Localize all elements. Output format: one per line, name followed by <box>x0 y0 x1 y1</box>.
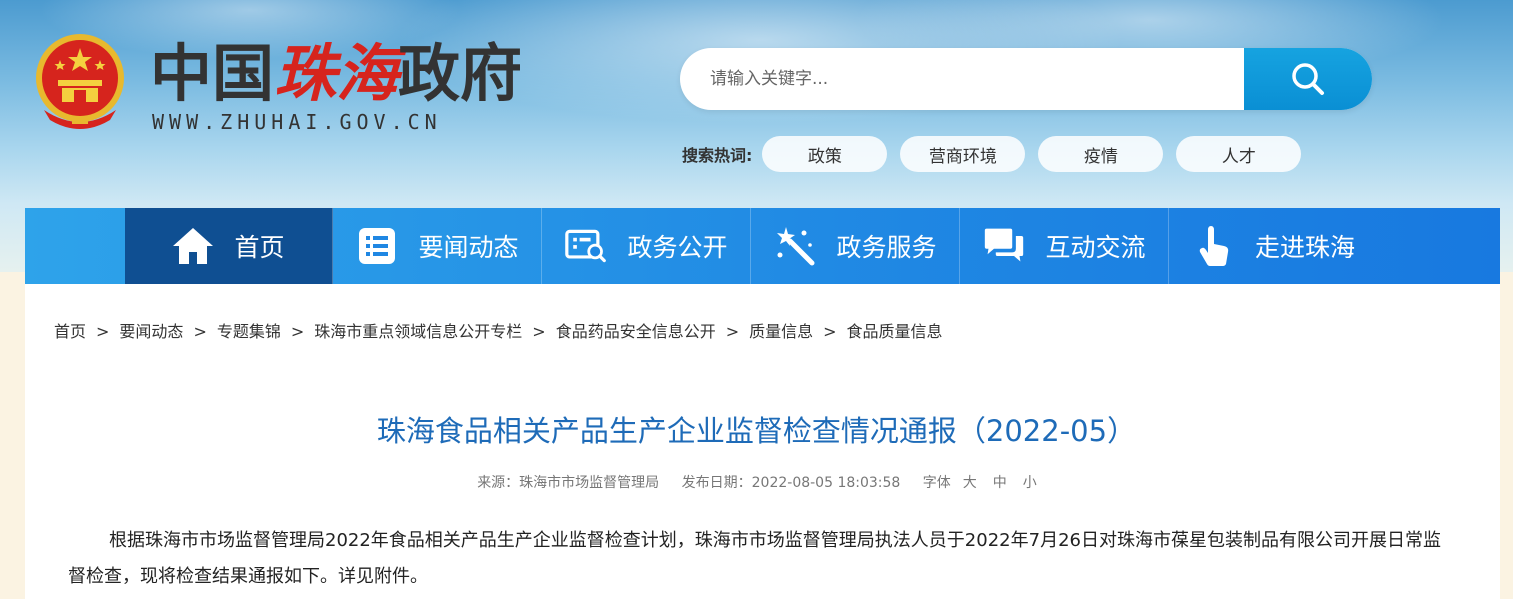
site-name-part-2: 珠海 <box>274 37 399 110</box>
nav-item-label: 首页 <box>234 233 285 262</box>
search-box <box>680 48 1372 110</box>
breadcrumb-separator: > <box>725 322 740 341</box>
chat-bubbles-icon <box>983 225 1025 267</box>
hot-tag-business-environment[interactable]: 营商环境 <box>900 136 1026 172</box>
nav-item-home[interactable]: 首页 <box>125 208 333 284</box>
breadcrumb-food-drug-safety[interactable]: 食品药品安全信息公开 <box>556 322 716 341</box>
breadcrumb: 首页 > 要闻动态 > 专题集锦 > 珠海市重点领域信息公开专栏 > 食品药品安全信息公开 > 质量… <box>54 318 943 342</box>
nav-item-about-zhuhai[interactable]: 走进珠海 <box>1170 208 1378 284</box>
breadcrumb-food-quality-info[interactable]: 食品质量信息 <box>847 322 943 341</box>
article-source: 来源：珠海市市场监督管理局 <box>477 475 660 491</box>
hand-pointer-icon <box>1193 225 1235 267</box>
nav-item-label: 互动交流 <box>1045 233 1146 262</box>
breadcrumb-home[interactable]: 首页 <box>54 322 86 341</box>
breadcrumb-separator: > <box>823 322 837 341</box>
font-size-small-button[interactable]: 小 <box>1023 475 1037 491</box>
breadcrumb-separator: > <box>290 322 305 341</box>
nav-item-news[interactable]: 要闻动态 <box>334 208 542 284</box>
nav-item-label: 走进珠海 <box>1254 233 1355 262</box>
search-icon <box>1292 63 1324 95</box>
font-size-label: 字体 <box>922 475 951 491</box>
font-size-large-button[interactable]: 大 <box>963 475 977 491</box>
news-list-icon <box>356 225 398 267</box>
national-emblem-icon[interactable] <box>30 30 130 134</box>
nav-item-label: 要闻动态 <box>418 233 519 262</box>
nav-item-label: 政务公开 <box>627 233 728 262</box>
breadcrumb-separator: > <box>532 322 546 341</box>
home-icon <box>172 225 214 267</box>
breadcrumb-key-areas[interactable]: 珠海市重点领域信息公开专栏 <box>314 322 522 341</box>
article-body: 根据珠海市市场监督管理局2022年食品相关产品生产企业监督检查计划，珠海市市场监… <box>68 530 1441 587</box>
hot-tag-epidemic[interactable]: 疫情 <box>1038 136 1164 172</box>
hot-tag-talent[interactable]: 人才 <box>1176 136 1302 172</box>
nav-item-gov-affairs-open[interactable]: 政务公开 <box>543 208 751 284</box>
nav-item-label: 政务服务 <box>836 233 937 262</box>
nav-item-gov-services[interactable]: 政务服务 <box>752 208 960 284</box>
article-title: 珠海食品相关产品生产企业监督检查情况通报（2022-05） <box>376 414 1137 448</box>
breadcrumb-separator: > <box>193 322 207 341</box>
breadcrumb-news[interactable]: 要闻动态 <box>119 322 183 341</box>
site-name[interactable]: 中国珠海政府 <box>150 34 522 114</box>
hot-search: 搜索热词: 政策 营商环境 疫情 人才 <box>682 136 1314 172</box>
main-nav: 首页 要闻动态 政务公开 政务服务 互动交流 走进珠海 <box>25 208 1500 284</box>
article-publish-date: 发布日期：2022-08-05 18:03:58 <box>681 475 901 491</box>
magic-wand-icon <box>774 225 816 267</box>
site-name-part-3: 政府 <box>398 37 523 110</box>
breadcrumb-quality-info[interactable]: 质量信息 <box>749 322 813 341</box>
article-meta: 来源：珠海市市场监督管理局 发布日期：2022-08-05 18:03:58 字… <box>0 472 1513 492</box>
hot-tag-policy[interactable]: 政策 <box>762 136 888 172</box>
font-size-medium-button[interactable]: 中 <box>993 475 1007 491</box>
document-search-icon <box>565 225 607 267</box>
breadcrumb-separator: > <box>96 322 110 341</box>
hot-search-label: 搜索热词: <box>682 146 753 165</box>
site-name-part-1: 中国 <box>150 37 275 110</box>
site-url: WWW.ZHUHAI.GOV.CN <box>152 110 442 134</box>
breadcrumb-special-topics[interactable]: 专题集锦 <box>217 322 281 341</box>
search-input[interactable] <box>680 48 1244 110</box>
nav-item-interaction[interactable]: 互动交流 <box>961 208 1169 284</box>
search-button[interactable] <box>1244 48 1372 110</box>
